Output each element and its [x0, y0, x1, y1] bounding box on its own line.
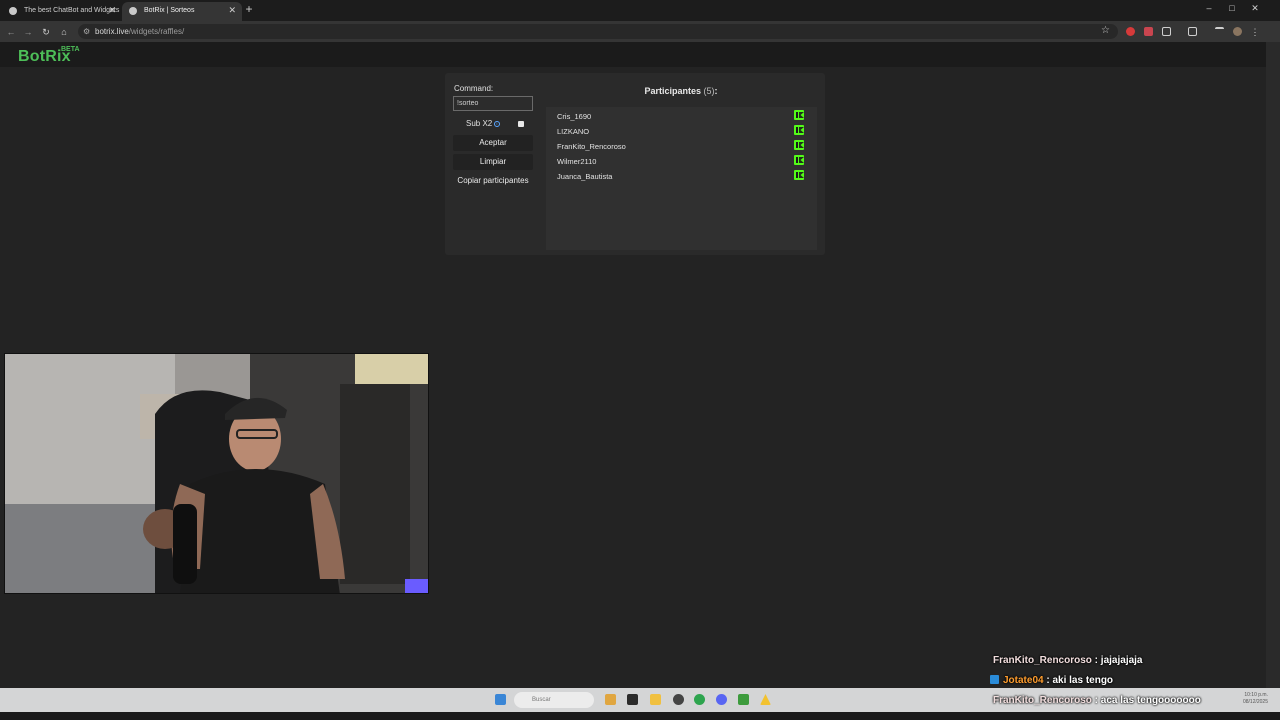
chat-message: Jotate04 : aki las tengo — [990, 675, 1113, 686]
profile-avatar[interactable] — [1233, 27, 1242, 36]
taskbar-search[interactable]: Buscar — [514, 692, 594, 708]
kick-icon — [794, 155, 804, 165]
chat-message: FranKito_Rencoroso : jajajajaja — [993, 655, 1143, 666]
participant-name: Juanca_Bautista — [557, 172, 613, 181]
minimize-icon[interactable]: – — [1198, 3, 1220, 13]
kick-icon — [794, 110, 804, 120]
bottom-edge — [0, 712, 1280, 720]
extensions-puzzle-icon[interactable] — [1162, 27, 1171, 36]
tab-close-icon[interactable]: ✕ — [228, 2, 236, 19]
maximize-icon[interactable]: □ — [1221, 3, 1243, 13]
browser-tab[interactable]: The best ChatBot and Widgets ✕ — [2, 2, 122, 21]
participant-row: Wilmer2110 — [557, 155, 812, 167]
new-tab-plus-icon[interactable]: + — [242, 3, 256, 17]
back-arrow-icon[interactable]: ← — [4, 25, 18, 39]
tab-favicon-icon — [129, 7, 137, 15]
participants-list: Cris_1690 LIZKANO FranKito_Rencoroso Wil… — [546, 107, 817, 250]
chat-text: aki las tengo — [1052, 675, 1114, 686]
chrome-icon[interactable] — [694, 694, 705, 705]
file-explorer-icon[interactable] — [650, 694, 661, 705]
tab-close-icon[interactable]: ✕ — [108, 2, 116, 19]
chat-message: FranKito_Rencoroso : aca las tengooooooo — [993, 695, 1201, 706]
reload-icon[interactable]: ↻ — [39, 25, 53, 39]
beta-badge: BETA — [61, 46, 80, 53]
widgets-icon[interactable] — [605, 694, 616, 705]
sub-multiplier-checkbox[interactable] — [518, 121, 524, 127]
extension-icon[interactable] — [1126, 27, 1135, 36]
extension-icon[interactable] — [1144, 27, 1153, 36]
browser-toolbar: ← → ↻ ⌂ ⚙ botrix.live/widgets/raffles/ ☆… — [0, 21, 1280, 42]
kick-icon — [794, 140, 804, 150]
accept-button[interactable]: Aceptar — [453, 135, 533, 151]
command-label: Command: — [454, 84, 494, 93]
warning-icon[interactable] — [760, 694, 771, 705]
chat-username: FranKito_Rencoroso — [993, 655, 1092, 666]
chat-badge-icon — [990, 675, 999, 684]
kick-icon — [794, 170, 804, 180]
command-input[interactable] — [453, 96, 533, 111]
participant-name: LIZKANO — [557, 127, 590, 136]
kick-icon — [794, 125, 804, 135]
taskbar-search-text: Buscar — [532, 697, 551, 703]
tab-title: BotRix | Sorteos — [144, 7, 195, 14]
clear-button[interactable]: Limpiar — [453, 154, 533, 170]
webcam-overlay — [4, 353, 429, 594]
minecraft-icon[interactable] — [738, 694, 749, 705]
windows-start-icon[interactable] — [495, 694, 506, 705]
participant-row: LIZKANO — [557, 125, 812, 137]
discord-icon[interactable] — [716, 694, 727, 705]
participant-name: Wilmer2110 — [557, 157, 597, 166]
browser-menu-icon[interactable]: ⋮ — [1248, 25, 1262, 39]
page-scrollbar[interactable] — [1266, 42, 1280, 688]
chat-username: FranKito_Rencoroso — [993, 695, 1092, 706]
media-icon[interactable] — [1188, 27, 1197, 36]
participant-row: Juanca_Bautista — [557, 170, 812, 182]
sub-multiplier-label: Sub X2 — [466, 119, 493, 128]
tab-search-icon[interactable] — [1215, 27, 1224, 33]
app-header: BotRix BETA — [0, 42, 1266, 67]
copy-participants-button[interactable]: Copiar participantes — [453, 173, 533, 189]
participant-name: FranKito_Rencoroso — [557, 142, 626, 151]
chat-text: aca las tengooooooo — [1100, 695, 1201, 706]
system-clock[interactable]: 10:10 p.m. 08/12/2025 — [1243, 692, 1268, 706]
forward-arrow-icon[interactable]: → — [21, 25, 35, 39]
tab-title: The best ChatBot and Widgets — [24, 7, 120, 14]
site-info-icon[interactable]: ⚙ — [83, 27, 90, 36]
obs-icon[interactable] — [673, 694, 684, 705]
home-icon[interactable]: ⌂ — [57, 25, 71, 39]
address-bar[interactable]: ⚙ botrix.live/widgets/raffles/ ☆ — [78, 24, 1118, 39]
participants-title: Participantes (5): — [644, 86, 718, 96]
info-icon[interactable]: i — [494, 121, 500, 127]
browser-tab-bar: The best ChatBot and Widgets ✕ BotRix | … — [0, 0, 1280, 21]
chat-username: Jotate04 — [1003, 675, 1044, 686]
bookmark-star-icon[interactable]: ☆ — [1101, 25, 1110, 36]
participant-row: Cris_1690 — [557, 110, 812, 122]
participant-name: Cris_1690 — [557, 112, 592, 121]
chat-text: jajajajaja — [1100, 655, 1143, 666]
participants-count: (5) — [703, 86, 715, 96]
webcam-feed-image — [5, 354, 428, 593]
url-text: botrix.live/widgets/raffles/ — [95, 27, 185, 36]
close-window-icon[interactable]: ✕ — [1244, 3, 1266, 14]
tab-favicon-icon — [9, 7, 17, 15]
participant-row: FranKito_Rencoroso — [557, 140, 812, 152]
task-view-icon[interactable] — [627, 694, 638, 705]
browser-tab-active[interactable]: BotRix | Sorteos ✕ — [122, 2, 242, 21]
